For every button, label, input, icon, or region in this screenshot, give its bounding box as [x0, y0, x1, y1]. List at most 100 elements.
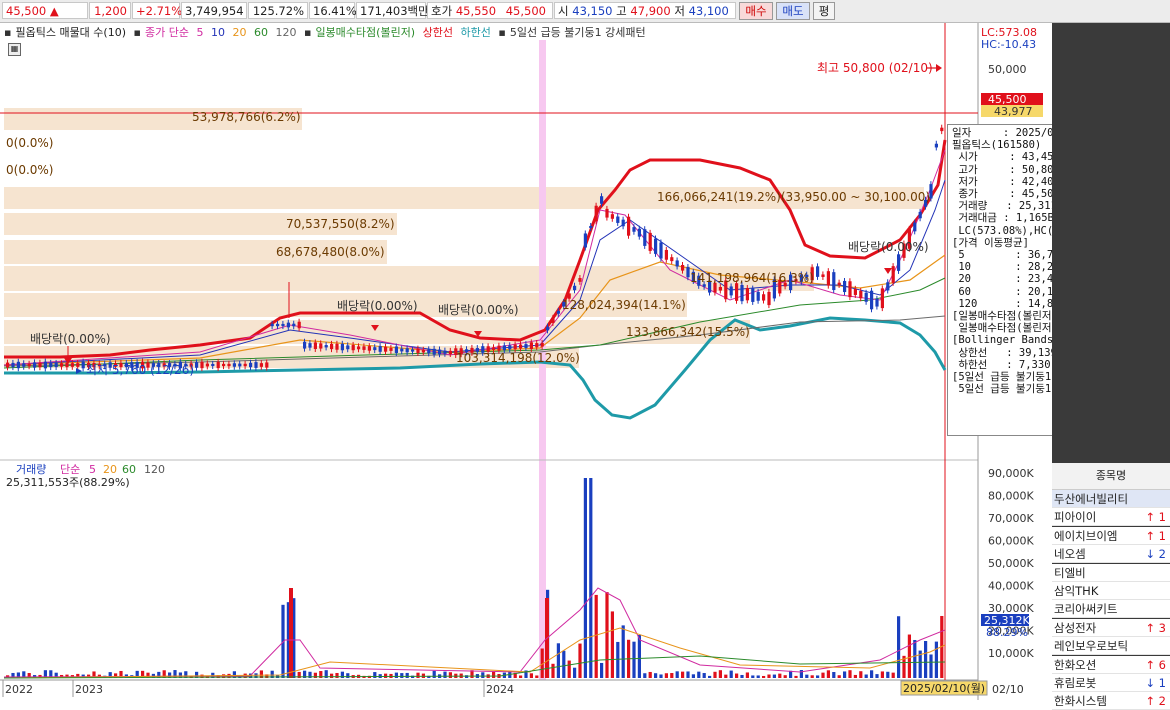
stock-list-item[interactable]: 두산에너빌리티: [1052, 490, 1170, 508]
volume-bar: [432, 670, 436, 678]
candle-body: [357, 346, 361, 350]
stock-list-item[interactable]: 코리아써키트: [1052, 600, 1170, 619]
dividend-label-1: 배당락(0.00%): [30, 332, 111, 346]
candle-body: [286, 322, 290, 328]
vol-ma20-line: [3, 627, 946, 679]
stock-list-header[interactable]: 종목명: [1052, 463, 1170, 490]
high-arrow-head: [936, 64, 942, 72]
candle-body: [11, 362, 15, 368]
volume-bar: [924, 641, 928, 678]
legend-bullet-icon: ▪: [4, 26, 12, 39]
volume-bar: [697, 671, 701, 678]
stock-list-item[interactable]: 네오셈 ↓ 2: [1052, 545, 1170, 564]
volume-bar: [643, 673, 647, 678]
legend-close-ma[interactable]: 종가 단순: [145, 26, 189, 39]
candle-body: [821, 274, 825, 277]
legend-ma20: 20: [232, 26, 247, 39]
candle-body: [891, 266, 895, 283]
volume-bar: [740, 674, 744, 678]
volume-bar: [567, 660, 571, 678]
stock-list-item[interactable]: 피아이이 ↑ 1: [1052, 508, 1170, 527]
candle-body: [529, 342, 533, 349]
candle-body: [519, 344, 523, 349]
candle-body: [297, 321, 301, 329]
stock-list-item[interactable]: 삼익THK: [1052, 582, 1170, 600]
buy-button[interactable]: 매수: [739, 2, 773, 20]
legend-lower: 하한선: [460, 26, 491, 39]
avg-button[interactable]: 평: [813, 2, 835, 20]
vp-label-5: 141,198,964(16.3%): [690, 271, 814, 285]
volume-legend-ma: 단순: [60, 463, 80, 476]
volume-bar: [421, 673, 425, 678]
candle-body: [589, 225, 593, 229]
legend-ma10: 10: [210, 26, 225, 39]
vp-label-a: 0(0.0%): [6, 136, 53, 150]
legend-bb-indicator[interactable]: 일봉매수타점(볼린저): [315, 26, 415, 39]
x-tick-2024: 2024: [486, 683, 514, 696]
candle-body: [195, 362, 199, 368]
candle-body: [265, 362, 269, 368]
stock-list-item[interactable]: 티엘비: [1052, 563, 1170, 582]
volume-bar: [551, 663, 555, 678]
price-chart-area[interactable]: LC:573.08 HC:-10.43 50,000 45,500 43,977…: [0, 23, 1052, 701]
volume-bar: [632, 641, 636, 678]
stock-list-item[interactable]: 레인보우로보틱: [1052, 637, 1170, 656]
candlestick-chart[interactable]: LC:573.08 HC:-10.43 50,000 45,500 43,977…: [0, 23, 1052, 701]
legend-main[interactable]: 필옵틱스 매물대 수(10): [15, 26, 126, 39]
stock-list-item[interactable]: 한화시스템 ↑ 2: [1052, 692, 1170, 710]
volume-bar: [481, 672, 485, 678]
volume-bar: [654, 673, 658, 678]
candle-body: [49, 362, 53, 368]
candle-body: [767, 291, 771, 306]
candle-body: [637, 228, 641, 237]
volume-bar: [681, 671, 685, 678]
candle-body: [259, 363, 263, 367]
candle-body: [859, 290, 863, 299]
volume-bar: [443, 671, 447, 678]
vp-label-7: 133,866,342(15.5%): [626, 325, 750, 339]
dividend-label-4: 배당락(0.00%): [848, 240, 929, 254]
volume-bar: [670, 673, 674, 678]
candle-body: [664, 249, 668, 260]
candle-body: [762, 294, 766, 301]
legend-bullet-icon: ▪: [133, 26, 141, 39]
candle-body: [551, 317, 555, 323]
stock-list-item[interactable]: 한화오션 ↑ 6: [1052, 655, 1170, 674]
stock-list-item[interactable]: 휴림로봇 ↓ 1: [1052, 674, 1170, 692]
stock-list-item[interactable]: 삼성전자 ↑ 3: [1052, 618, 1170, 637]
sell-button[interactable]: 매도: [776, 2, 810, 20]
candle-body: [745, 288, 749, 301]
candle-body: [735, 283, 739, 301]
candle-body: [389, 348, 393, 351]
candle-body: [497, 345, 501, 351]
vp-label-6: 128,024,394(14.1%): [562, 298, 686, 312]
volume-bar: [448, 672, 452, 678]
volume-bar: [843, 671, 847, 678]
volume-bar: [573, 667, 577, 678]
stock-rank-change: ↑ 2: [1145, 694, 1166, 709]
grid-settings-icon[interactable]: ▦: [8, 43, 21, 56]
volume-bar: [907, 634, 911, 678]
candle-body: [432, 348, 436, 355]
stock-name: 피아이이: [1054, 510, 1097, 525]
volume-ratio: 125.72%: [248, 2, 308, 19]
legend-ma60: 60: [253, 26, 268, 39]
volume-bar: [864, 674, 868, 678]
candle-body: [438, 349, 442, 355]
volume-legend-ma5: 5: [89, 463, 96, 476]
candle-body: [751, 288, 755, 302]
candle-body: [940, 127, 944, 132]
stock-list-item[interactable]: 에이치브이엠 ↑ 1: [1052, 526, 1170, 545]
volume-bar: [718, 670, 722, 678]
vp-label-4: 68,678,480(8.0%): [276, 245, 385, 259]
volume-bars: [6, 478, 944, 678]
candle-body: [826, 271, 830, 286]
volume-bar: [535, 675, 539, 678]
legend-pattern[interactable]: 5일선 급등 불기둥1 강세패턴: [510, 26, 646, 39]
chart-legend: ▪ 필옵틱스 매물대 수(10) ▪ 종가 단순 5 10 20 60 120 ▪ 일…: [4, 24, 650, 40]
quote-box: 호가 45,550 45,500: [427, 2, 553, 19]
candle-body: [832, 272, 836, 291]
low-annotation: 최저 5,760 (12/26): [86, 363, 194, 377]
candle-body: [405, 348, 409, 353]
volume-bar: [886, 671, 890, 678]
